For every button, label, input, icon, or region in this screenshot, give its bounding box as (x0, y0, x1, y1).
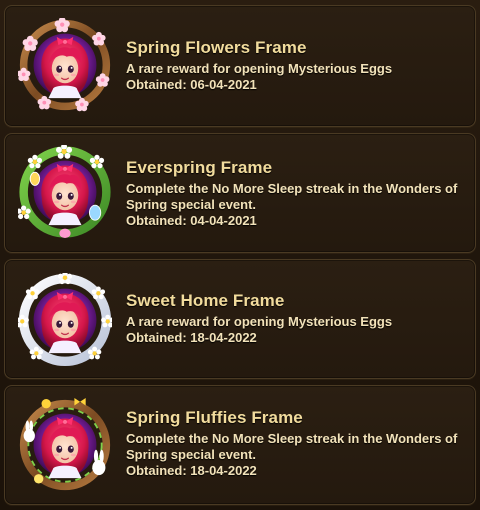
frame-description: Complete the No More Sleep streak in the… (126, 181, 458, 212)
frame-details: Everspring Frame Complete the No More Sl… (126, 158, 465, 229)
frame-obtained-date: Obtained: 04-04-2021 (126, 213, 257, 228)
frame-title: Spring Flowers Frame (126, 38, 307, 57)
frame-description: A rare reward for opening Mysterious Egg… (126, 314, 393, 329)
frame-description: Complete the No More Sleep streak in the… (126, 431, 458, 462)
frame-description: A rare reward for opening Mysterious Egg… (126, 61, 393, 76)
frame-obtained-date: Obtained: 18-04-2022 (126, 463, 257, 478)
spring-fluffies-frame-icon (19, 398, 111, 491)
frame-obtained-date: Obtained: 06-04-2021 (126, 77, 257, 92)
frame-details: Spring Fluffies Frame Complete the No Mo… (126, 408, 465, 479)
frame-details: Sweet Home Frame A rare reward for openi… (126, 291, 465, 346)
sweet-home-frame-icon (18, 273, 112, 367)
frame-obtained-date: Obtained: 18-04-2022 (126, 330, 257, 345)
everspring-frame-icon (18, 145, 111, 239)
frame-title: Spring Fluffies Frame (126, 408, 303, 427)
frame-card-sweet-home[interactable]: Sweet Home Frame A rare reward for openi… (4, 259, 476, 379)
frame-title: Everspring Frame (126, 158, 273, 177)
frame-details: Spring Flowers Frame A rare reward for o… (126, 38, 465, 93)
frame-card-spring-flowers[interactable]: Spring Flowers Frame A rare reward for o… (4, 5, 476, 127)
frame-card-everspring[interactable]: Everspring Frame Complete the No More Sl… (4, 133, 476, 253)
spring-flowers-frame-icon (18, 18, 111, 112)
frames-list: Spring Flowers Frame A rare reward for o… (0, 0, 480, 510)
frame-title: Sweet Home Frame (126, 291, 285, 310)
frame-card-spring-fluffies[interactable]: Spring Fluffies Frame Complete the No Mo… (4, 385, 476, 505)
